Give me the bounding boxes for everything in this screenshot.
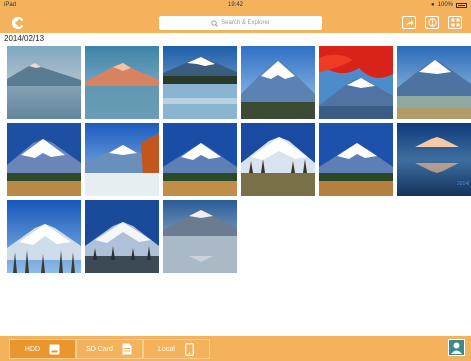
- top-toolbar: Search & Explorer: [0, 12, 471, 33]
- grid-view-icon: [451, 18, 459, 27]
- user-button[interactable]: [448, 339, 465, 356]
- sd-card-icon: [122, 343, 133, 356]
- search-icon: [211, 19, 218, 27]
- back-icon: [11, 16, 24, 30]
- grid-view-button[interactable]: [448, 16, 462, 29]
- tab-sd-card[interactable]: SD Card: [76, 339, 143, 359]
- status-right: ● 100%: [431, 2, 467, 8]
- bottom-bar: HDD SD Card Local: [0, 336, 471, 361]
- photo-thumbnail[interactable]: [7, 200, 81, 273]
- photo-thumbnail[interactable]: [85, 46, 159, 119]
- photo-thumbnail[interactable]: [397, 46, 471, 119]
- local-device-icon: [184, 342, 195, 356]
- battery-icon: [456, 2, 467, 8]
- photo-thumbnail[interactable]: [85, 123, 159, 196]
- status-bar: iPad 19:42 ● 100%: [0, 0, 471, 12]
- photo-thumbnail[interactable]: [85, 200, 159, 273]
- hdd-icon: [49, 343, 60, 356]
- photo-thumbnail[interactable]: [7, 123, 81, 196]
- back-button[interactable]: [10, 15, 26, 31]
- tab-label: HDD: [24, 345, 41, 353]
- battery-percent: 100%: [437, 2, 453, 8]
- tab-label: Local: [158, 345, 175, 353]
- search-input[interactable]: Search & Explorer: [159, 16, 322, 30]
- photo-thumbnail[interactable]: [319, 46, 393, 119]
- photo-thumbnail[interactable]: [241, 46, 315, 119]
- lock-rotation-icon: ●: [431, 2, 435, 8]
- photo-thumbnail[interactable]: [241, 123, 315, 196]
- share-icon: [405, 19, 413, 26]
- photo-thumbnail[interactable]: [319, 123, 393, 196]
- share-button[interactable]: [402, 16, 416, 29]
- photo-thumbnail[interactable]: [7, 46, 81, 119]
- tab-local[interactable]: Local: [143, 339, 210, 359]
- search-placeholder: Search & Explorer: [221, 20, 270, 26]
- info-icon: [427, 18, 437, 27]
- info-button[interactable]: [425, 16, 439, 29]
- tab-hdd[interactable]: HDD: [9, 339, 76, 359]
- date-group-label: 2014/02/13: [4, 34, 45, 43]
- clock: 19:42: [227, 2, 243, 8]
- toolbar-actions: [402, 16, 462, 29]
- photo-thumbnail[interactable]: [163, 123, 237, 196]
- user-icon: [451, 342, 462, 354]
- photo-thumbnail[interactable]: [163, 200, 237, 273]
- photo-thumbnail[interactable]: [163, 46, 237, 119]
- storage-tabs: HDD SD Card Local: [9, 339, 210, 359]
- tab-label: SD Card: [86, 345, 113, 353]
- side-date-label: 2014/: [457, 181, 470, 187]
